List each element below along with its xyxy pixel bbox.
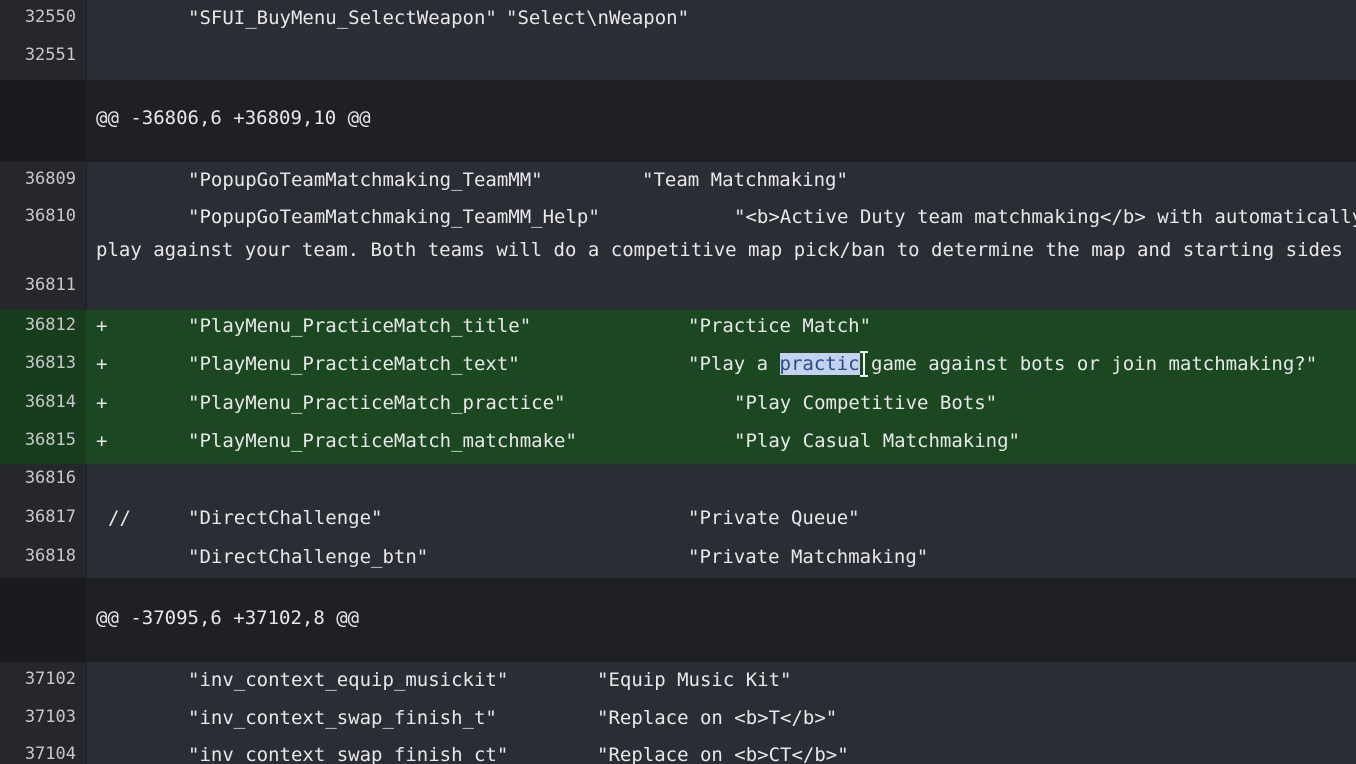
- added-line-marker: +: [96, 353, 108, 375]
- string-key: "PlayMenu_PracticeMatch_title": [188, 315, 532, 337]
- wrapped-string-value: play against your team. Both teams will …: [96, 239, 1356, 261]
- line-number[interactable]: 36814: [0, 392, 76, 412]
- added-line-marker: +: [96, 430, 108, 452]
- line-number[interactable]: 36809: [0, 169, 76, 189]
- string-value: "Select\nWeapon": [506, 7, 690, 29]
- line-number[interactable]: 36810: [0, 206, 76, 226]
- string-key: "inv_context_equip_musickit": [188, 669, 509, 691]
- string-value: "Practice Match": [688, 315, 872, 337]
- string-value: "Equip Music Kit": [597, 669, 792, 691]
- line-number[interactable]: 36812: [0, 315, 76, 335]
- hunk-header-text: @@ -37095,6 +37102,8 @@: [96, 607, 360, 629]
- line-number[interactable]: 32551: [0, 45, 76, 65]
- string-key: "inv_context_swap_finish_ct": [188, 744, 509, 764]
- string-value: "<b>Active Duty team matchmaking</b> wit…: [734, 206, 1356, 228]
- diff-view: @@ -36806,6 +36809,10 @@ @@ -37095,6 +37…: [0, 0, 1356, 764]
- text-cursor-icon: [860, 351, 868, 377]
- string-key: "PlayMenu_PracticeMatch_matchmake": [188, 430, 577, 452]
- value-text-after-selection: game against bots or join matchmaking?": [859, 353, 1318, 375]
- string-value: "Play Casual Matchmaking": [734, 430, 1020, 452]
- string-key: "inv_context_swap_finish_t": [188, 707, 497, 729]
- line-number[interactable]: 36817: [0, 507, 76, 527]
- hunk-header-gutter[interactable]: [0, 80, 86, 162]
- string-key: "PlayMenu_PracticeMatch_text": [188, 353, 520, 375]
- added-line-marker: +: [96, 392, 108, 414]
- comment-marker: //: [108, 507, 131, 529]
- string-key: "PlayMenu_PracticeMatch_practice": [188, 392, 566, 414]
- string-value: "Replace on <b>CT</b>": [597, 744, 849, 764]
- string-value: "Play Competitive Bots": [734, 392, 998, 414]
- added-line-marker: +: [96, 315, 108, 337]
- string-key: "SFUI_BuyMenu_SelectWeapon": [188, 7, 497, 29]
- line-number[interactable]: 36818: [0, 546, 76, 566]
- string-value: "Private Queue": [688, 507, 860, 529]
- line-number[interactable]: 36815: [0, 430, 76, 450]
- line-number[interactable]: 36811: [0, 275, 76, 295]
- string-key: "DirectChallenge_btn": [188, 546, 429, 568]
- line-number[interactable]: 37103: [0, 707, 76, 727]
- line-number[interactable]: 36813: [0, 353, 76, 373]
- string-value: "Replace on <b>T</b>": [597, 707, 838, 729]
- string-key: "PopupGoTeamMatchmaking_TeamMM_Help": [188, 206, 600, 228]
- value-text-before-selection: "Play a: [688, 353, 780, 375]
- hunk-header-gutter[interactable]: [0, 578, 86, 662]
- hunk-header-text: @@ -36806,6 +36809,10 @@: [96, 107, 371, 129]
- line-number[interactable]: 37104: [0, 744, 76, 764]
- string-key: "PopupGoTeamMatchmaking_TeamMM": [188, 169, 543, 191]
- text-selection[interactable]: practic: [779, 353, 860, 375]
- string-value: "Private Matchmaking": [688, 546, 929, 568]
- string-value: "Team Matchmaking": [642, 169, 848, 191]
- line-number[interactable]: 37102: [0, 669, 76, 689]
- string-key: "DirectChallenge": [188, 507, 383, 529]
- string-value[interactable]: "Play a practic game against bots or joi…: [688, 353, 1317, 375]
- line-number[interactable]: 36816: [0, 468, 76, 488]
- line-number[interactable]: 32550: [0, 7, 76, 27]
